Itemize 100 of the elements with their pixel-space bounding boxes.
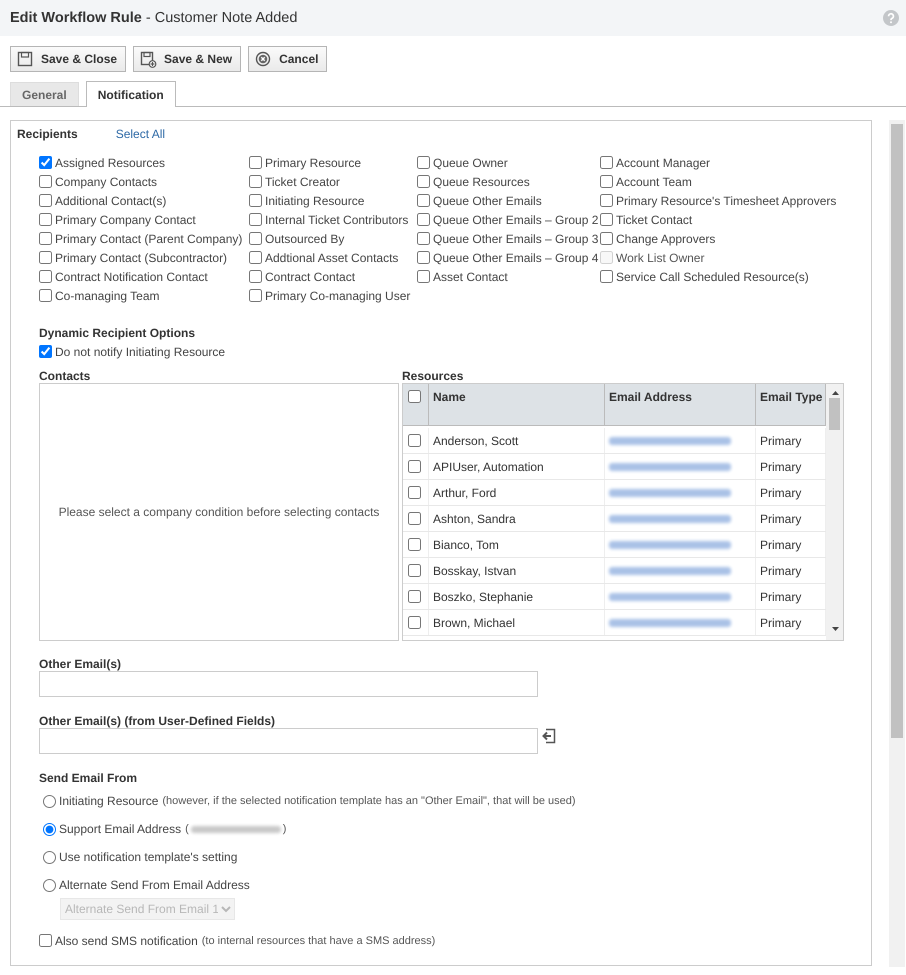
radio-label[interactable]: Use notification template's setting <box>59 850 238 864</box>
checkbox[interactable] <box>39 934 52 947</box>
checkbox-label[interactable]: Queue Resources <box>433 174 530 188</box>
column-header[interactable]: Email Address <box>605 384 756 425</box>
checkbox-label[interactable]: Queue Other Emails – Group 4 <box>433 250 598 264</box>
checkbox-label[interactable]: Queue Other Emails – Group 2 <box>433 212 598 226</box>
scrollbar-thumb[interactable] <box>829 398 840 430</box>
checkbox[interactable] <box>600 213 613 226</box>
checkbox-label[interactable]: Primary Resource's Timesheet Approvers <box>616 194 836 208</box>
scrollbar[interactable] <box>889 120 905 967</box>
checkbox[interactable] <box>417 251 430 264</box>
checkbox[interactable] <box>417 232 430 245</box>
table-cell: Brown, Michael <box>429 610 605 635</box>
checkbox[interactable] <box>600 232 613 245</box>
checkbox-label[interactable]: Additional Contact(s) <box>55 194 166 208</box>
checkbox-label[interactable]: Outsourced By <box>265 232 344 246</box>
checkbox[interactable] <box>39 289 52 302</box>
select-all-link[interactable]: Select All <box>116 127 166 141</box>
checkbox[interactable] <box>600 156 613 169</box>
radio-button[interactable] <box>43 878 56 892</box>
checkbox-label[interactable]: Primary Co-managing User <box>265 288 410 302</box>
checkbox[interactable] <box>39 175 52 188</box>
checkbox-label[interactable]: Primary Contact (Subcontractor) <box>55 250 228 264</box>
checkbox-label[interactable]: Do not notify Initiating Resource <box>55 344 226 358</box>
checkbox[interactable] <box>600 270 613 283</box>
checkbox-label[interactable]: Internal Ticket Contributors <box>265 212 408 226</box>
checkbox-label[interactable]: Primary Company Contact <box>55 212 196 226</box>
checkbox[interactable] <box>39 213 52 226</box>
toolbar-button[interactable]: Cancel <box>248 46 328 72</box>
table-cell: APIUser, Automation <box>429 454 605 479</box>
checkbox-label[interactable]: Contract Contact <box>265 270 356 284</box>
checkbox[interactable] <box>39 251 52 264</box>
checkbox[interactable] <box>408 486 421 499</box>
checkbox[interactable] <box>249 232 262 245</box>
checkbox-label[interactable]: Co-managing Team <box>55 288 160 302</box>
checkbox[interactable] <box>408 434 421 447</box>
checkbox[interactable] <box>249 156 262 169</box>
checkbox[interactable] <box>408 590 421 603</box>
checkbox[interactable] <box>417 194 430 207</box>
checkbox[interactable] <box>600 175 613 188</box>
import-icon[interactable] <box>542 728 556 744</box>
checkbox-label[interactable]: Queue Other Emails – Group 3 <box>433 232 598 246</box>
checkbox-label[interactable]: Account Manager <box>616 156 710 170</box>
select-all-checkbox[interactable] <box>408 390 421 403</box>
scrollbar-thumb[interactable] <box>891 124 903 738</box>
checkbox-label[interactable]: Primary Contact (Parent Company) <box>55 232 242 246</box>
checkbox[interactable] <box>417 156 430 169</box>
checkbox[interactable] <box>249 175 262 188</box>
input-field[interactable] <box>39 671 538 697</box>
checkbox[interactable] <box>408 538 421 551</box>
checkbox[interactable] <box>249 251 262 264</box>
checkbox-label[interactable]: Asset Contact <box>433 270 508 284</box>
toolbar-button[interactable]: Save & New <box>133 46 242 72</box>
checkbox-label[interactable]: Account Team <box>616 174 692 188</box>
checkbox[interactable] <box>417 270 430 283</box>
checkbox[interactable] <box>39 156 52 169</box>
checkbox[interactable] <box>408 564 421 577</box>
checkbox[interactable] <box>600 194 613 207</box>
radio-label[interactable]: Initiating Resource <box>59 794 158 808</box>
checkbox[interactable] <box>417 213 430 226</box>
tab[interactable]: General <box>10 82 79 106</box>
radio-button[interactable] <box>43 794 56 808</box>
checkbox[interactable] <box>39 345 52 358</box>
tab[interactable]: Notification <box>86 81 176 107</box>
checkbox-label[interactable]: Contract Notification Contact <box>55 270 208 284</box>
checkbox-label[interactable]: Service Call Scheduled Resource(s) <box>616 270 809 284</box>
scrollbar[interactable] <box>826 384 843 640</box>
checkbox-label[interactable]: Assigned Resources <box>55 156 166 170</box>
checkbox-label[interactable]: Company Contacts <box>55 174 158 188</box>
checkbox-label[interactable]: Ticket Contact <box>616 212 692 226</box>
radio-button[interactable] <box>43 822 56 836</box>
checkbox[interactable] <box>249 270 262 283</box>
radio-button[interactable] <box>43 850 56 864</box>
toolbar-button[interactable]: Save & Close <box>10 46 126 72</box>
checkbox[interactable] <box>39 194 52 207</box>
column-header[interactable]: Name <box>429 384 605 425</box>
checkbox[interactable] <box>408 616 421 629</box>
checkbox-label[interactable]: Primary Resource <box>265 156 362 170</box>
checkbox[interactable] <box>408 460 421 473</box>
checkbox-label[interactable]: Queue Owner <box>433 156 508 170</box>
checkbox[interactable] <box>39 232 52 245</box>
up-arrow-icon[interactable] <box>830 390 838 396</box>
checkbox[interactable] <box>408 512 421 525</box>
checkbox[interactable] <box>249 194 262 207</box>
checkbox-label[interactable]: Initiating Resource <box>265 194 364 208</box>
checkbox-label[interactable]: Change Approvers <box>616 232 716 246</box>
section-title: Contacts <box>39 369 92 383</box>
radio-label[interactable]: Alternate Send From Email Address <box>59 878 250 892</box>
checkbox[interactable] <box>417 175 430 188</box>
checkbox-label[interactable]: Queue Other Emails <box>433 194 542 208</box>
checkbox-label[interactable]: Addtional Asset Contacts <box>265 250 398 264</box>
down-arrow-icon[interactable] <box>830 626 838 632</box>
checkbox[interactable] <box>249 213 262 226</box>
checkbox[interactable] <box>39 270 52 283</box>
checkbox[interactable] <box>249 289 262 302</box>
checkbox-label[interactable]: Also send SMS notification <box>55 934 198 948</box>
input-field[interactable] <box>39 728 538 754</box>
table-cell: Arthur, Ford <box>429 480 605 505</box>
checkbox-label[interactable]: Ticket Creator <box>265 174 340 188</box>
radio-label[interactable]: Support Email Address <box>59 822 182 836</box>
